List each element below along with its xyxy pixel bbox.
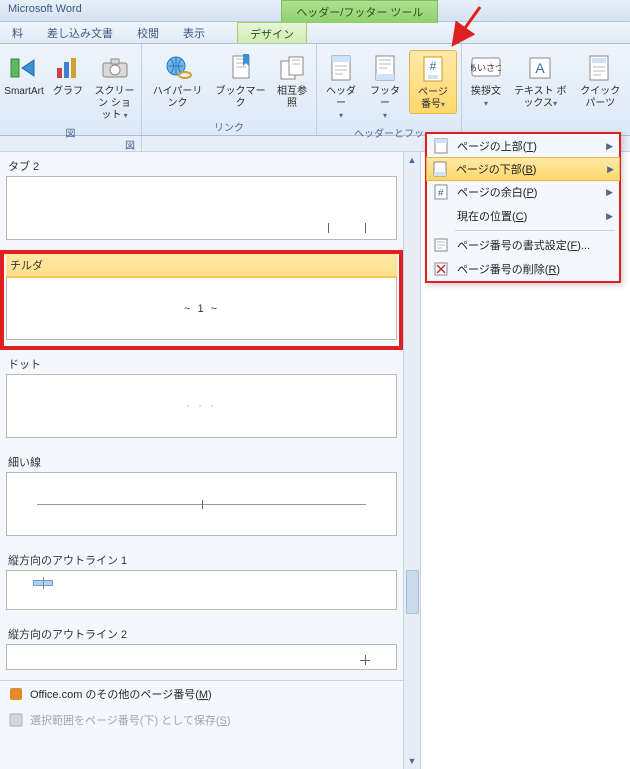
gallery-item-outline1[interactable]: 縦方向のアウトライン 1 bbox=[0, 546, 403, 620]
ribbon-tabs: 料 差し込み文書 校閲 表示 デザイン bbox=[0, 22, 630, 44]
gallery-item-tab2[interactable]: タブ 2 bbox=[0, 152, 403, 250]
camera-icon bbox=[99, 52, 131, 84]
scroll-up-button[interactable]: ▲ bbox=[404, 152, 420, 168]
gallery-footer: Office.com のその他のページ番号(M) ▶ 選択範囲をページ番号(下)… bbox=[0, 680, 420, 733]
ribbon: SmartArt グラフ スクリーン ショット ▾ 図 ハイパーリンク ブックマ… bbox=[0, 44, 630, 136]
greeting-button[interactable]: あいさつ 挨拶文▾ bbox=[466, 50, 506, 112]
menu-separator bbox=[455, 230, 615, 231]
svg-text:あいさつ: あいさつ bbox=[471, 63, 501, 73]
menu-page-bottom[interactable]: ページの下部(B) ▶ bbox=[426, 157, 620, 181]
page-number-button[interactable]: # ページ 番号▾ bbox=[409, 50, 457, 114]
format-icon bbox=[433, 237, 449, 253]
screenshot-button[interactable]: スクリーン ショット ▾ bbox=[92, 50, 137, 124]
page-bottom-icon bbox=[432, 161, 448, 177]
chevron-right-icon: ▶ bbox=[606, 211, 613, 222]
menu-page-margin[interactable]: # ページの余白(P) ▶ bbox=[427, 180, 619, 204]
app-title: Microsoft Word bbox=[0, 0, 90, 21]
chevron-right-icon: ▶ bbox=[606, 187, 613, 198]
gallery-item-dot[interactable]: ドット · · · bbox=[0, 350, 403, 448]
tab-item[interactable]: 校閲 bbox=[125, 22, 171, 43]
textbox-button[interactable]: A テキスト ボックス▾ bbox=[510, 50, 570, 112]
hyperlink-button[interactable]: ハイパーリンク bbox=[146, 50, 209, 112]
crossref-icon bbox=[276, 52, 308, 84]
quickparts-button[interactable]: クイック パーツ bbox=[574, 50, 626, 112]
gallery-item-tilde[interactable]: チルダ ~ 1 ~ bbox=[0, 250, 403, 350]
menu-page-top[interactable]: ページの上部(T) ▶ bbox=[427, 134, 619, 158]
tab-item[interactable]: 料 bbox=[0, 22, 35, 43]
subrow-illust: 図 bbox=[0, 136, 142, 151]
group-header-footer: ヘッダー▾ フッター▾ # ページ 番号▾ ヘッダーとフッ bbox=[317, 44, 462, 135]
page-top-icon bbox=[433, 138, 449, 154]
group-illustrations: SmartArt グラフ スクリーン ショット ▾ 図 bbox=[0, 44, 142, 135]
header-button[interactable]: ヘッダー▾ bbox=[321, 50, 361, 124]
globe-link-icon bbox=[162, 52, 194, 84]
menu-remove-page-number[interactable]: ページ番号の削除(R) bbox=[427, 257, 619, 281]
office-icon bbox=[8, 686, 24, 702]
menu-format-page-number[interactable]: ページ番号の書式設定(F)... bbox=[427, 233, 619, 257]
group-links: ハイパーリンク ブックマーク 相互参照 リンク bbox=[142, 44, 317, 135]
tab-design[interactable]: デザイン bbox=[237, 22, 307, 43]
page-number-icon: # bbox=[417, 53, 449, 85]
tab-item[interactable]: 差し込み文書 bbox=[35, 22, 125, 43]
menu-current-position[interactable]: 現在の位置(C) ▶ bbox=[427, 204, 619, 228]
scroll-thumb[interactable] bbox=[406, 570, 419, 614]
greeting-icon: あいさつ bbox=[470, 52, 502, 84]
page-footer-icon bbox=[369, 52, 401, 84]
crossref-button[interactable]: 相互参照 bbox=[272, 50, 312, 112]
page-number-menu: ページの上部(T) ▶ ページの下部(B) ▶ # ページの余白(P) ▶ 現在… bbox=[425, 132, 621, 283]
chevron-right-icon: ▶ bbox=[607, 164, 614, 175]
bookmark-button[interactable]: ブックマーク bbox=[213, 50, 268, 112]
smartart-icon bbox=[8, 52, 40, 84]
bookmark-icon bbox=[225, 52, 257, 84]
svg-text:A: A bbox=[536, 60, 546, 76]
tab-item[interactable]: 表示 bbox=[171, 22, 217, 43]
remove-icon bbox=[433, 261, 449, 277]
chart-icon bbox=[52, 52, 84, 84]
svg-text:#: # bbox=[430, 59, 437, 73]
textbox-icon: A bbox=[524, 52, 556, 84]
page-margin-icon: # bbox=[433, 184, 449, 200]
cursor-position-icon bbox=[433, 208, 449, 224]
svg-text:#: # bbox=[438, 188, 444, 199]
chart-button[interactable]: グラフ bbox=[48, 50, 88, 100]
office-more-page-numbers[interactable]: Office.com のその他のページ番号(M) ▶ bbox=[0, 681, 420, 707]
contextual-tab-title: ヘッダー/フッター ツール bbox=[90, 0, 630, 21]
page-number-gallery: タブ 2 チルダ ~ 1 ~ ドット · · · 細い線 縦方向のアウトライン … bbox=[0, 152, 421, 769]
save-selection-page-number: 選択範囲をページ番号(下) として保存(S) bbox=[0, 707, 420, 733]
gallery-item-outline2[interactable]: 縦方向のアウトライン 2 bbox=[0, 620, 403, 680]
save-icon bbox=[8, 712, 24, 728]
quickparts-icon bbox=[584, 52, 616, 84]
smartart-button[interactable]: SmartArt bbox=[4, 50, 44, 100]
gallery-item-thinline[interactable]: 細い線 bbox=[0, 448, 403, 546]
title-bar: Microsoft Word ヘッダー/フッター ツール bbox=[0, 0, 630, 22]
chevron-right-icon: ▶ bbox=[606, 141, 613, 152]
page-header-icon bbox=[325, 52, 357, 84]
gallery-scrollbar[interactable]: ▲ ▼ bbox=[403, 152, 420, 769]
scroll-down-button[interactable]: ▼ bbox=[404, 753, 420, 769]
group-text: あいさつ 挨拶文▾ A テキスト ボックス▾ クイック パーツ bbox=[462, 44, 630, 135]
footer-button[interactable]: フッター▾ bbox=[365, 50, 405, 124]
